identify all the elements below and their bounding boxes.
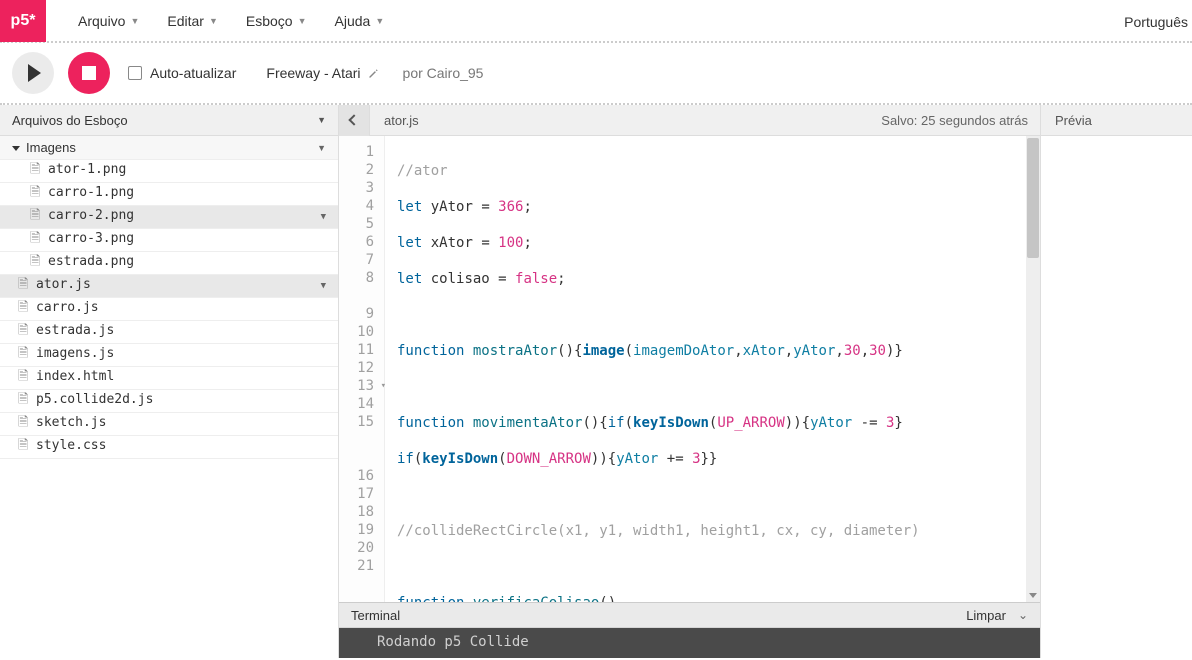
file-imagens-js[interactable]: 🗎imagens.js: [0, 344, 338, 367]
file-icon: 🗎: [18, 298, 29, 320]
auto-update-label: Auto-atualizar: [150, 65, 236, 81]
file-carro3-png[interactable]: 🗎carro-3.png: [0, 229, 338, 252]
preview-header: Prévia: [1041, 105, 1192, 136]
sketch-name[interactable]: Freeway - Atari: [266, 65, 378, 81]
code-editor[interactable]: 12345678910111213▾1415161718192021 //ato…: [339, 136, 1040, 603]
file-carro1-png[interactable]: 🗎carro-1.png: [0, 183, 338, 206]
menu-arquivo[interactable]: Arquivo▼: [64, 13, 153, 29]
scroll-down-arrow[interactable]: [1026, 589, 1040, 602]
collapse-sidebar-button[interactable]: [339, 105, 370, 136]
logo[interactable]: p5*: [0, 0, 46, 42]
stop-button[interactable]: [68, 52, 110, 94]
chevron-down-icon[interactable]: ▼: [321, 212, 326, 222]
chevron-down-icon[interactable]: ▼: [317, 143, 326, 153]
clear-button[interactable]: Limpar: [966, 608, 1006, 623]
chevron-down-icon: ▼: [130, 16, 139, 26]
file-ator1-png[interactable]: 🗎ator-1.png: [0, 160, 338, 183]
file-icon: 🗎: [18, 413, 29, 435]
file-p5collide-js[interactable]: 🗎p5.collide2d.js: [0, 390, 338, 413]
author-label: por Cairo_95: [403, 65, 484, 81]
menu-bar: Arquivo▼ Editar▼ Esboço▼ Ajuda▼: [46, 13, 398, 29]
folder-imagens[interactable]: Imagens ▼: [0, 136, 338, 160]
file-sketch-js[interactable]: 🗎sketch.js: [0, 413, 338, 436]
terminal-header: Terminal Limpar ⌄: [339, 603, 1040, 628]
file-icon: 🗎: [18, 321, 29, 343]
file-icon: 🗎: [30, 183, 41, 205]
menu-esboco[interactable]: Esboço▼: [232, 13, 321, 29]
file-icon: 🗎: [18, 390, 29, 412]
play-button[interactable]: [12, 52, 54, 94]
file-ator-js[interactable]: 🗎ator.js▼: [0, 275, 338, 298]
saved-status: Salvo: 25 segundos atrás: [881, 113, 1028, 128]
editor-header: ator.js Salvo: 25 segundos atrás: [339, 105, 1040, 136]
file-carro2-png[interactable]: 🗎carro-2.png▼: [0, 206, 338, 229]
file-icon: 🗎: [18, 367, 29, 389]
stop-icon: [82, 66, 96, 80]
file-icon: 🗎: [30, 206, 41, 228]
file-icon: 🗎: [30, 252, 41, 274]
line-numbers: 12345678910111213▾1415161718192021: [339, 136, 385, 602]
file-style-css[interactable]: 🗎style.css: [0, 436, 338, 459]
pencil-icon: [368, 68, 379, 79]
auto-update-toggle[interactable]: Auto-atualizar: [128, 65, 236, 81]
terminal-label: Terminal: [351, 608, 400, 623]
sidebar: Arquivos do Esboço ▼ Imagens ▼ 🗎ator-1.p…: [0, 105, 339, 658]
file-icon: 🗎: [18, 436, 29, 458]
file-icon: 🗎: [30, 160, 41, 182]
vertical-scrollbar[interactable]: [1026, 136, 1040, 602]
menu-editar[interactable]: Editar▼: [153, 13, 232, 29]
terminal-output: Rodando p5 Collide: [339, 628, 1040, 658]
folder-open-icon: [12, 146, 20, 151]
file-carro-js[interactable]: 🗎carro.js: [0, 298, 338, 321]
chevron-down-icon: ▼: [298, 16, 307, 26]
checkbox-icon[interactable]: [128, 66, 142, 80]
file-icon: 🗎: [18, 344, 29, 366]
code-content[interactable]: //ator let yAtor = 366; let xAtor = 100;…: [385, 136, 1040, 602]
file-estrada-js[interactable]: 🗎estrada.js: [0, 321, 338, 344]
chevron-down-icon[interactable]: ⌄: [1018, 608, 1028, 622]
play-icon: [28, 64, 41, 82]
preview-panel: Prévia: [1040, 105, 1192, 658]
scroll-thumb[interactable]: [1027, 138, 1039, 258]
language-selector[interactable]: Português: [1124, 0, 1192, 43]
file-estrada-png[interactable]: 🗎estrada.png: [0, 252, 338, 275]
file-icon: 🗎: [30, 229, 41, 251]
chevron-down-icon[interactable]: ▼: [321, 281, 326, 291]
file-index-html[interactable]: 🗎index.html: [0, 367, 338, 390]
chevron-down-icon[interactable]: ▼: [317, 115, 326, 125]
menu-ajuda[interactable]: Ajuda▼: [321, 13, 399, 29]
chevron-down-icon: ▼: [209, 16, 218, 26]
chevron-down-icon: ▼: [375, 16, 384, 26]
file-icon: 🗎: [18, 275, 29, 297]
sidebar-header[interactable]: Arquivos do Esboço ▼: [0, 105, 338, 136]
chevron-left-icon: [348, 114, 359, 125]
current-file-label: ator.js: [370, 113, 419, 128]
